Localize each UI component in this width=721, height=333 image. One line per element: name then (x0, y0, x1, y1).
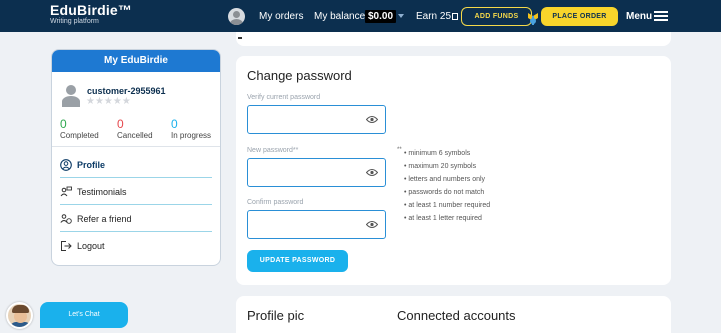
sidebar-item-label: Testimonials (77, 187, 127, 197)
balance-value[interactable]: $0.00 (365, 10, 397, 23)
verify-password-label: Verify current password (247, 94, 321, 101)
stat-in-progress-label: In progress (171, 131, 212, 140)
gift-badge-icon (528, 13, 538, 25)
username: customer-2955961 (87, 86, 166, 96)
change-password-card: Change password Verify current password … (236, 56, 671, 285)
logo-subtitle: Writing platform (50, 18, 99, 25)
confirm-password-input[interactable] (254, 217, 364, 233)
menu-label[interactable]: Menu (626, 11, 652, 23)
new-password-input[interactable] (254, 165, 364, 181)
update-password-button[interactable]: UPDATE PASSWORD (247, 250, 348, 272)
sidebar-item-testimonials[interactable]: Testimonials (60, 179, 212, 205)
logout-icon (61, 241, 72, 251)
avatar (61, 85, 81, 107)
add-funds-button[interactable]: ADD FUNDS (461, 7, 532, 26)
my-orders-link[interactable]: My orders (259, 11, 303, 23)
stat-cancelled-label: Cancelled (117, 131, 153, 140)
sidebar-item-refer-a-friend[interactable]: Refer a friend (60, 206, 212, 232)
list-item: passwords do not match (404, 186, 490, 199)
user-avatar-icon[interactable] (228, 8, 245, 25)
divider (52, 146, 220, 147)
logo-title: EduBirdie™ (50, 2, 133, 18)
earn-label: Earn 25 (416, 11, 452, 22)
list-item: letters and numbers only (404, 173, 490, 186)
sidebar-item-label: Refer a friend (77, 214, 132, 224)
chevron-down-icon[interactable] (398, 14, 404, 18)
password-requirements: minimum 6 symbols maximum 20 symbols let… (404, 147, 490, 225)
sidebar-item-label: Logout (77, 241, 105, 251)
stat-in-progress: 0 In progress (171, 117, 220, 141)
list-item: at least 1 number required (404, 199, 490, 212)
eye-icon[interactable] (366, 220, 378, 229)
list-item: minimum 6 symbols (404, 147, 490, 160)
stat-completed-label: Completed (60, 131, 99, 140)
stat-completed: 0 Completed (60, 118, 115, 141)
sidebar-title: My EduBirdie (52, 50, 220, 72)
stat-cancelled-value: 0 (117, 117, 124, 131)
profile-pic-card: Profile pic Connected accounts (236, 296, 671, 333)
hamburger-menu-icon[interactable] (654, 11, 668, 22)
testimonials-icon (60, 186, 72, 197)
confirm-password-label: Confirm password (247, 199, 304, 206)
stat-completed-value: 0 (60, 117, 67, 131)
sidebar-item-label: Profile (77, 160, 106, 170)
chat-agent-avatar[interactable] (6, 302, 33, 329)
stat-in-progress-value: 0 (171, 117, 178, 131)
list-item: at least 1 letter required (404, 212, 490, 225)
profile-icon (60, 159, 72, 171)
confirm-password-field[interactable] (247, 210, 386, 239)
list-item: maximum 20 symbols (404, 160, 490, 173)
eye-icon[interactable] (366, 115, 378, 124)
requirements-marker: ** (397, 147, 402, 153)
eye-icon[interactable] (366, 168, 378, 177)
edubirdie-logo[interactable]: EduBirdie™ Writing platform (50, 3, 132, 26)
profile-pic-heading: Profile pic (247, 308, 305, 323)
rating-stars-icon: ★★★★★ (86, 96, 131, 107)
account-sidebar: My EduBirdie customer-2955961 ★★★★★ 0 Co… (51, 49, 221, 266)
my-balance-label[interactable]: My balance (314, 11, 365, 23)
new-password-field[interactable] (247, 158, 386, 187)
earn-link[interactable]: Earn 25 (416, 11, 459, 23)
sidebar-item-profile[interactable]: Profile (60, 152, 212, 178)
place-order-button[interactable]: PLACE ORDER (541, 7, 618, 26)
new-password-label: New password** (247, 147, 299, 154)
sidebar-item-logout[interactable]: Logout (60, 233, 212, 259)
top-header: EduBirdie™ Writing platform My orders My… (0, 0, 721, 32)
refer-friend-icon (60, 214, 72, 224)
lets-chat-button[interactable]: Let's Chat (40, 302, 128, 328)
connected-accounts-heading: Connected accounts (397, 308, 516, 323)
page-title: Change password (247, 68, 352, 83)
coin-icon (452, 13, 459, 20)
stat-cancelled: 0 Cancelled (117, 118, 172, 141)
verify-password-field[interactable] (247, 105, 386, 134)
verify-password-input[interactable] (254, 112, 364, 128)
previous-section-card (236, 32, 671, 46)
